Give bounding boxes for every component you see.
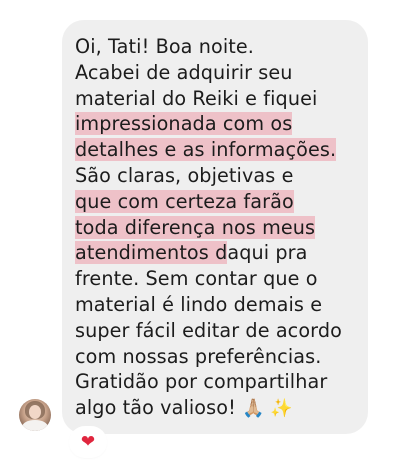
message-line: toda diferença nos meus <box>75 215 354 241</box>
message-text-segment: super fácil editar de acordo <box>75 318 342 342</box>
message-text-segment: Gratidão por compartilhar <box>75 370 328 394</box>
message-line: com nossas preferências. <box>75 344 354 370</box>
message-line: algo tão valioso! 🙏🏼 ✨ <box>75 395 354 421</box>
highlighted-text: impressionada com os <box>75 112 293 136</box>
message-text-segment: algo tão valioso! <box>75 396 243 420</box>
message-line: São claras, objetivas e <box>75 163 354 189</box>
message-line: Gratidão por compartilhar <box>75 369 354 395</box>
message-text-segment: material é lindo demais e <box>75 292 323 316</box>
highlighted-text: detalhes e as informações. <box>75 138 337 162</box>
highlighted-text: atendimentos d <box>75 241 228 265</box>
message-line: atendimentos daqui pra <box>75 240 354 266</box>
avatar-face <box>29 405 41 419</box>
message-line: que com certeza farão <box>75 189 354 215</box>
message-text-segment: São claras, objetivas e <box>75 163 294 187</box>
message-bubble[interactable]: Oi, Tati! Boa noite. Acabei de adquirir s… <box>62 20 368 434</box>
highlighted-text: que com certeza farão <box>75 189 294 213</box>
message-line: material é lindo demais e <box>75 292 354 318</box>
message-line: detalhes e as informações. <box>75 137 354 163</box>
message-line: Oi, Tati! Boa noite. <box>75 34 354 60</box>
message-text-segment: com nossas preferências. <box>75 344 322 368</box>
message-line: impressionada com os <box>75 111 354 137</box>
message-text-segment: Oi, Tati! Boa noite. <box>75 35 254 58</box>
avatar-shirt <box>22 420 48 431</box>
message-line: super fácil editar de acordo <box>75 318 354 344</box>
emoji-text: 🙏🏼 ✨ <box>242 398 293 420</box>
message-line: Acabei de adquirir seu <box>75 60 354 86</box>
heart-icon: ❤ <box>80 431 96 452</box>
avatar[interactable] <box>19 399 51 431</box>
message-text-segment: aqui pra <box>227 241 308 265</box>
message-text-segment: material do Reiki e fiquei <box>75 86 318 110</box>
message-line: frente. Sem contar que o <box>75 266 354 292</box>
highlighted-text: toda diferença nos meus <box>75 215 316 239</box>
reaction-badge[interactable]: ❤ <box>71 428 105 456</box>
message-line: material do Reiki e fiquei <box>75 86 354 112</box>
message-text-segment: frente. Sem contar que o <box>75 267 318 291</box>
message-text: Oi, Tati! Boa noite. Acabei de adquirir s… <box>75 34 354 421</box>
message-text-segment: Acabei de adquirir seu <box>75 60 293 84</box>
